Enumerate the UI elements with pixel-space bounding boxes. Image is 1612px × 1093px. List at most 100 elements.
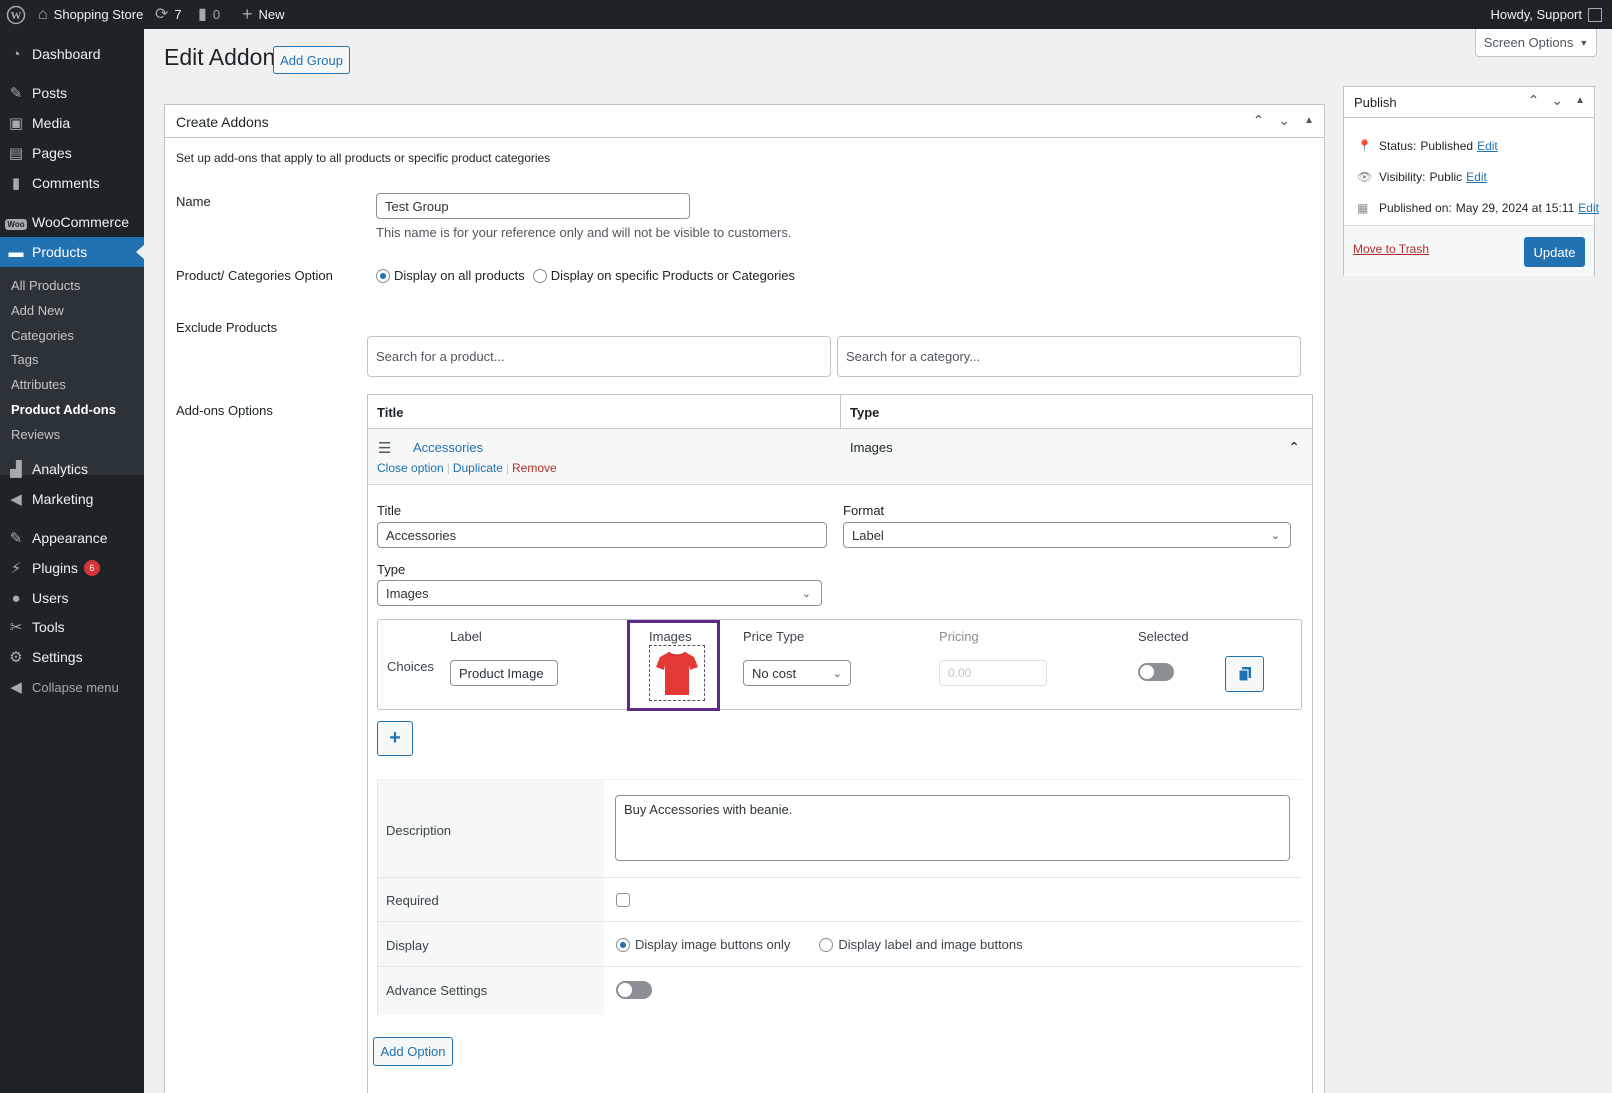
sidebar-item-pages[interactable]: ▤ Pages bbox=[0, 138, 144, 168]
add-option-button[interactable]: Add Option bbox=[373, 1037, 453, 1066]
description-textarea[interactable]: Buy Accessories with beanie. bbox=[615, 795, 1290, 861]
sidebar-item-media[interactable]: ▣ Media bbox=[0, 108, 144, 138]
add-choice-button[interactable]: + bbox=[377, 721, 413, 756]
required-checkbox[interactable] bbox=[616, 893, 630, 907]
comments-link[interactable]: ▮ 0 bbox=[198, 0, 220, 29]
publish-title: Publish bbox=[1354, 95, 1397, 110]
col-title-header: Title bbox=[377, 405, 404, 420]
addon-title-input[interactable]: Accessories bbox=[377, 522, 827, 548]
sidebar-item-marketing[interactable]: ◀ Marketing bbox=[0, 484, 144, 514]
sidebar-item-users[interactable]: ● Users bbox=[0, 583, 144, 613]
close-option-link[interactable]: Close option bbox=[377, 461, 444, 475]
choice-col-selected: Selected bbox=[1138, 629, 1189, 644]
advance-settings-toggle[interactable] bbox=[616, 981, 652, 999]
updates-icon: ⟳ bbox=[155, 6, 169, 23]
toggle-panel-icon[interactable]: ▲ bbox=[1304, 112, 1314, 129]
sidebar-item-appearance[interactable]: ✎ Appearance bbox=[0, 523, 144, 553]
move-up-icon[interactable]: ⌃ bbox=[1253, 112, 1265, 129]
edit-date-link[interactable]: Edit bbox=[1578, 201, 1599, 215]
type-select[interactable]: Images ⌄ bbox=[377, 580, 822, 606]
choices-label: Choices bbox=[387, 659, 434, 674]
edit-status-link[interactable]: Edit bbox=[1477, 139, 1498, 153]
remove-link[interactable]: Remove bbox=[512, 461, 557, 475]
radio-specific-products[interactable] bbox=[532, 268, 547, 283]
pricing-input[interactable]: 0.00 bbox=[939, 660, 1047, 686]
description-label: Description bbox=[386, 823, 452, 838]
selected-toggle[interactable] bbox=[1138, 663, 1174, 681]
brush-icon: ✎ bbox=[9, 530, 23, 547]
create-addons-panel: Create Addons ⌃ ⌄ ▲ Set up add-ons that … bbox=[164, 104, 1325, 1093]
addon-title-link[interactable]: Accessories bbox=[413, 440, 483, 455]
sidebar-item-comments[interactable]: ▮ Comments bbox=[0, 168, 144, 198]
search-product-input[interactable]: Search for a product... bbox=[367, 336, 831, 377]
new-content-link[interactable]: + New bbox=[242, 0, 285, 29]
images-column-highlight: Images bbox=[627, 620, 720, 711]
search-category-input[interactable]: Search for a category... bbox=[837, 336, 1301, 377]
name-input[interactable]: Test Group bbox=[376, 193, 690, 219]
move-up-icon[interactable]: ⌃ bbox=[1528, 92, 1540, 109]
price-type-select[interactable]: No cost ⌄ bbox=[743, 660, 851, 686]
updates-link[interactable]: ⟳ 7 bbox=[155, 0, 182, 29]
collapse-addon-icon[interactable]: ⌃ bbox=[1288, 439, 1300, 456]
submenu-attributes[interactable]: Attributes bbox=[11, 377, 66, 392]
pages-icon: ▤ bbox=[8, 145, 24, 162]
site-name-link[interactable]: ⌂ Shopping Store bbox=[38, 0, 143, 29]
sidebar-item-tools[interactable]: ✂ Tools bbox=[0, 612, 144, 642]
addon-type-value: Images bbox=[850, 440, 893, 455]
collapse-menu-button[interactable]: ◀ Collapse menu bbox=[0, 672, 144, 702]
submenu-reviews[interactable]: Reviews bbox=[11, 427, 60, 442]
submenu-tags[interactable]: Tags bbox=[11, 352, 38, 367]
plugins-update-badge: 6 bbox=[83, 560, 100, 576]
choice-col-price-type: Price Type bbox=[743, 629, 805, 644]
drag-handle-icon[interactable]: ☰ bbox=[378, 439, 391, 457]
edit-visibility-link[interactable]: Edit bbox=[1466, 170, 1487, 184]
choice-col-images: Images bbox=[649, 629, 692, 644]
submenu-add-new[interactable]: Add New bbox=[11, 303, 64, 318]
sidebar-item-woocommerce[interactable]: Woo WooCommerce bbox=[0, 207, 144, 237]
account-menu[interactable]: Howdy, Support bbox=[1490, 0, 1602, 29]
duplicate-link[interactable]: Duplicate bbox=[453, 461, 503, 475]
sidebar-item-analytics[interactable]: ▟ Analytics bbox=[0, 454, 144, 484]
choice-image-upload[interactable] bbox=[649, 645, 705, 701]
home-icon: ⌂ bbox=[38, 6, 48, 23]
intro-text: Set up add-ons that apply to all product… bbox=[176, 151, 551, 165]
required-label: Required bbox=[386, 893, 439, 908]
plus-icon: + bbox=[242, 4, 253, 24]
wordpress-logo-icon[interactable]: W bbox=[6, 0, 26, 29]
product-categories-option-label: Product/ Categories Option bbox=[176, 268, 333, 283]
toggle-panel-icon[interactable]: ▲ bbox=[1575, 92, 1585, 109]
chevron-down-icon: ⌄ bbox=[1270, 529, 1280, 542]
plugin-icon: ⚡ bbox=[10, 560, 22, 577]
name-label: Name bbox=[176, 194, 211, 209]
copy-choice-button[interactable] bbox=[1225, 656, 1264, 692]
sidebar-item-posts[interactable]: ✎ Posts bbox=[0, 78, 144, 108]
copy-icon bbox=[1238, 667, 1251, 682]
choice-label-input[interactable]: Product Image bbox=[450, 660, 558, 686]
submenu-all-products[interactable]: All Products bbox=[11, 278, 80, 293]
screen-options-button[interactable]: Screen Options ▼ bbox=[1475, 29, 1597, 57]
sidebar-item-products[interactable]: ▬ Products bbox=[0, 237, 144, 267]
radio-all-products[interactable] bbox=[376, 268, 390, 283]
addon-row: ☰ Accessories Close option | Duplicate | R… bbox=[368, 429, 1312, 485]
move-to-trash-link[interactable]: Move to Trash bbox=[1353, 242, 1429, 256]
add-group-button[interactable]: Add Group bbox=[273, 46, 350, 74]
submenu-categories[interactable]: Categories bbox=[11, 328, 74, 343]
format-select[interactable]: Label ⌄ bbox=[843, 522, 1291, 548]
sidebar-item-settings[interactable]: ⚙ Settings bbox=[0, 642, 144, 672]
choices-box: Choices Label Product Image Images Price… bbox=[377, 619, 1302, 711]
addons-options-label: Add-ons Options bbox=[176, 403, 273, 418]
sidebar-item-dashboard[interactable]: ◔ Dashboard bbox=[0, 39, 144, 69]
megaphone-icon: ◀ bbox=[10, 491, 22, 508]
sidebar-item-plugins[interactable]: ⚡ Plugins 6 bbox=[0, 553, 144, 583]
radio-display-image-only[interactable] bbox=[616, 937, 630, 952]
calendar-icon: ▦ bbox=[1357, 201, 1369, 215]
move-down-icon[interactable]: ⌄ bbox=[1278, 112, 1290, 129]
wrench-icon: ✂ bbox=[9, 619, 23, 636]
radio-display-label-and-image[interactable] bbox=[819, 937, 834, 952]
update-button[interactable]: Update bbox=[1524, 237, 1585, 267]
exclude-products-label: Exclude Products bbox=[176, 320, 278, 335]
type-label: Type bbox=[377, 562, 406, 577]
comment-icon: ▮ bbox=[198, 6, 207, 23]
submenu-product-addons[interactable]: Product Add-ons bbox=[11, 402, 116, 417]
move-down-icon[interactable]: ⌄ bbox=[1551, 92, 1563, 109]
